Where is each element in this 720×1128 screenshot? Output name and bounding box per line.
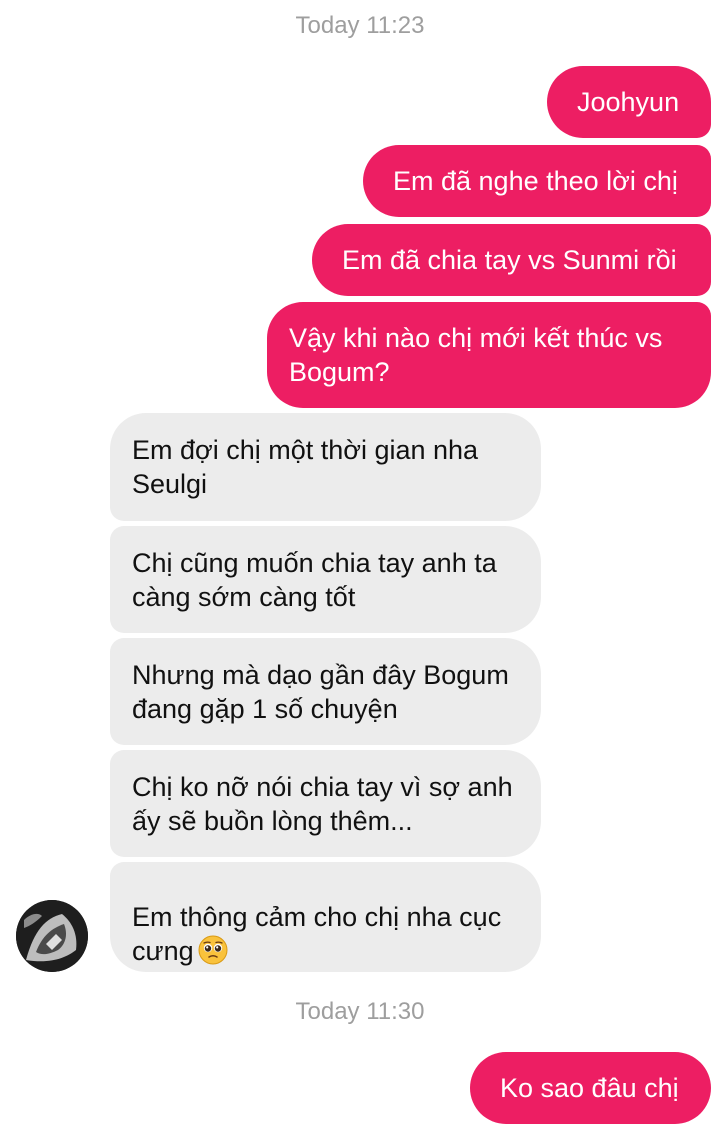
sent-message[interactable]: Vậy khi nào chị mới kết thúc vs Bogum? <box>267 302 711 408</box>
received-message[interactable]: Em thông cảm cho chị nha cục cưng <box>110 862 541 972</box>
timestamp: Today 11:30 <box>295 998 425 1025</box>
sent-message[interactable]: Em đã nghe theo lời chị <box>363 145 711 217</box>
sent-message[interactable]: Ko sao đâu chị <box>470 1052 711 1124</box>
contact-avatar-icon <box>16 900 88 972</box>
sent-message[interactable]: Joohyun <box>547 66 711 138</box>
message-text: Em thông cảm cho chị nha cục cưng <box>132 866 501 968</box>
avatar[interactable] <box>16 900 88 972</box>
received-message[interactable]: Chị cũng muốn chia tay anh ta càng sớm c… <box>110 526 541 633</box>
sent-message[interactable]: Em đã chia tay vs Sunmi rồi <box>312 224 711 296</box>
received-message[interactable]: Em đợi chị một thời gian nha Seulgi <box>110 413 541 521</box>
pleading-face-emoji-icon <box>198 935 228 965</box>
message-text-line: Em thông cảm cho chị nha cục cưng <box>132 902 502 966</box>
timestamp: Today 11:23 <box>295 12 425 39</box>
received-message[interactable]: Nhưng mà dạo gần đây Bogum đang gặp 1 số… <box>110 638 541 745</box>
received-message[interactable]: Chị ko nỡ nói chia tay vì sợ anh ấy sẽ b… <box>110 750 541 857</box>
